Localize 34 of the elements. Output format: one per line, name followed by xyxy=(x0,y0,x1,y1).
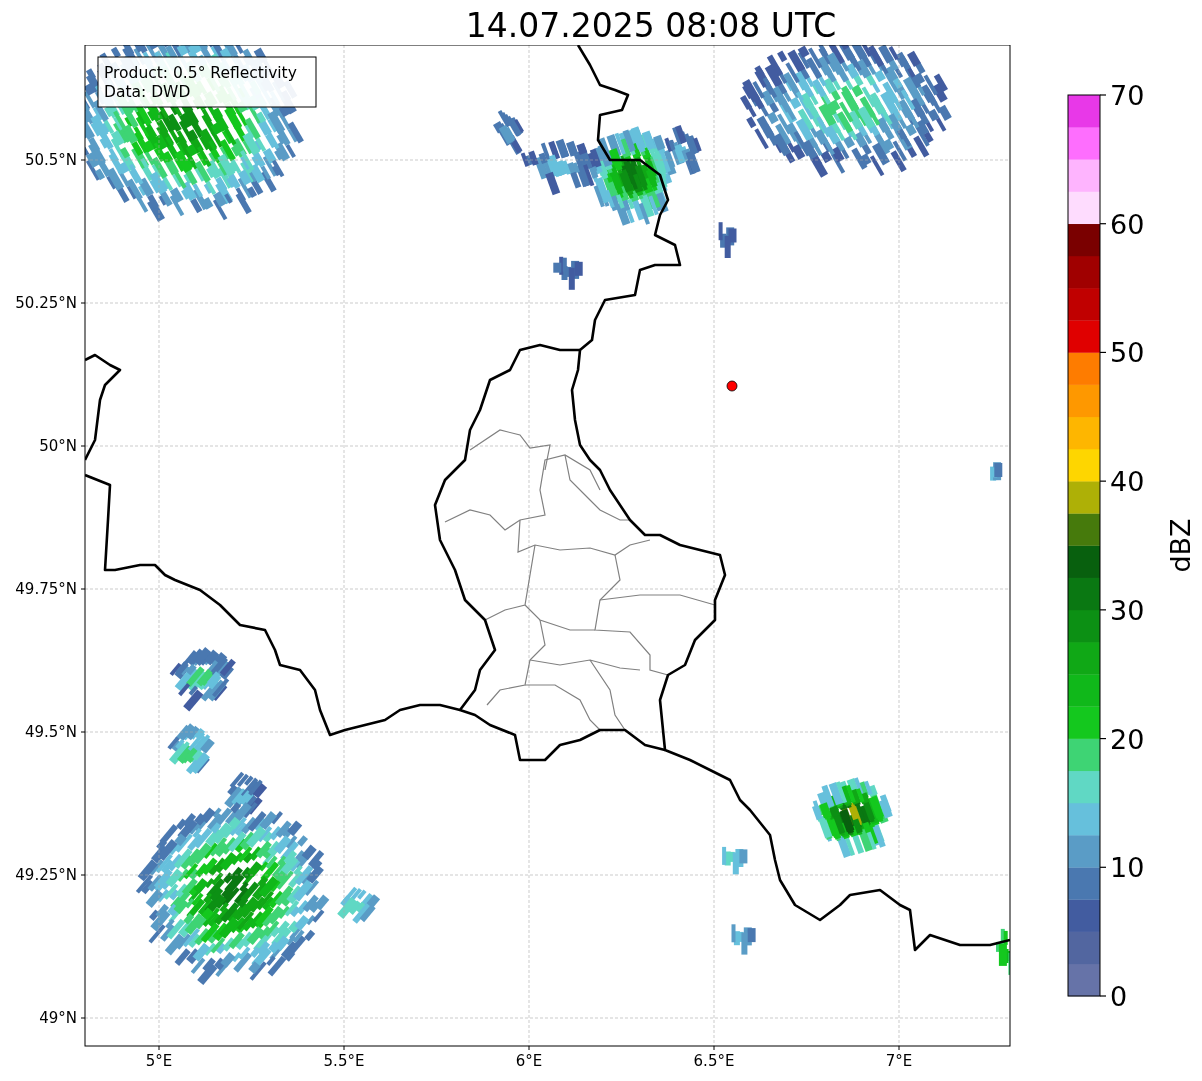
axis-tick-label: 5°E xyxy=(145,1052,173,1070)
axis-tick-label: 6°E xyxy=(515,1052,543,1070)
radar-echo xyxy=(731,924,756,955)
radar-echo xyxy=(167,723,215,775)
colorbar-tick-label: 0 xyxy=(1110,981,1128,1012)
colorbar-tick-label: 50 xyxy=(1110,337,1145,369)
radar-echo xyxy=(996,928,1010,975)
radar-echo xyxy=(718,222,737,258)
colorbar-tick-label: 70 xyxy=(1110,80,1145,111)
colorbar-tick-label: 40 xyxy=(1110,466,1145,498)
axis-tick-label: 6.5°E xyxy=(693,1052,735,1070)
colorbar-tick-label: 30 xyxy=(1110,594,1145,626)
axis-tick-label: 50.5°N xyxy=(24,151,77,169)
radar-site-marker xyxy=(726,380,738,392)
radar-echo xyxy=(337,886,381,924)
colorbar-tick-label: 20 xyxy=(1110,723,1145,755)
info-text: Data: DWD xyxy=(104,83,191,101)
info-text: Product: 0.5° Reflectivity xyxy=(104,64,297,82)
colorbar-tick-label: 10 xyxy=(1110,852,1145,884)
axis-tick-label: 49.25°N xyxy=(15,866,77,884)
axis-tick-label: 50.25°N xyxy=(15,294,77,312)
axis-tick-label: 50°N xyxy=(39,437,77,455)
radar-echo xyxy=(169,647,236,712)
axis-tick-label: 5.5°E xyxy=(323,1052,365,1070)
axis-tick-label: 49.5°N xyxy=(24,723,77,741)
colorbar-tick-label: 60 xyxy=(1110,208,1145,240)
radar-echo xyxy=(990,462,1003,481)
chart-title: 14.07.2025 08:08 UTC xyxy=(465,6,837,45)
colorbar-label: dBZ xyxy=(1165,518,1196,573)
axis-tick-label: 7°E xyxy=(885,1052,913,1070)
axis-tick-label: 49°N xyxy=(39,1009,77,1027)
radar-echo xyxy=(722,846,748,875)
radar-echo xyxy=(553,256,583,290)
axis-tick-label: 49.75°N xyxy=(15,580,77,598)
